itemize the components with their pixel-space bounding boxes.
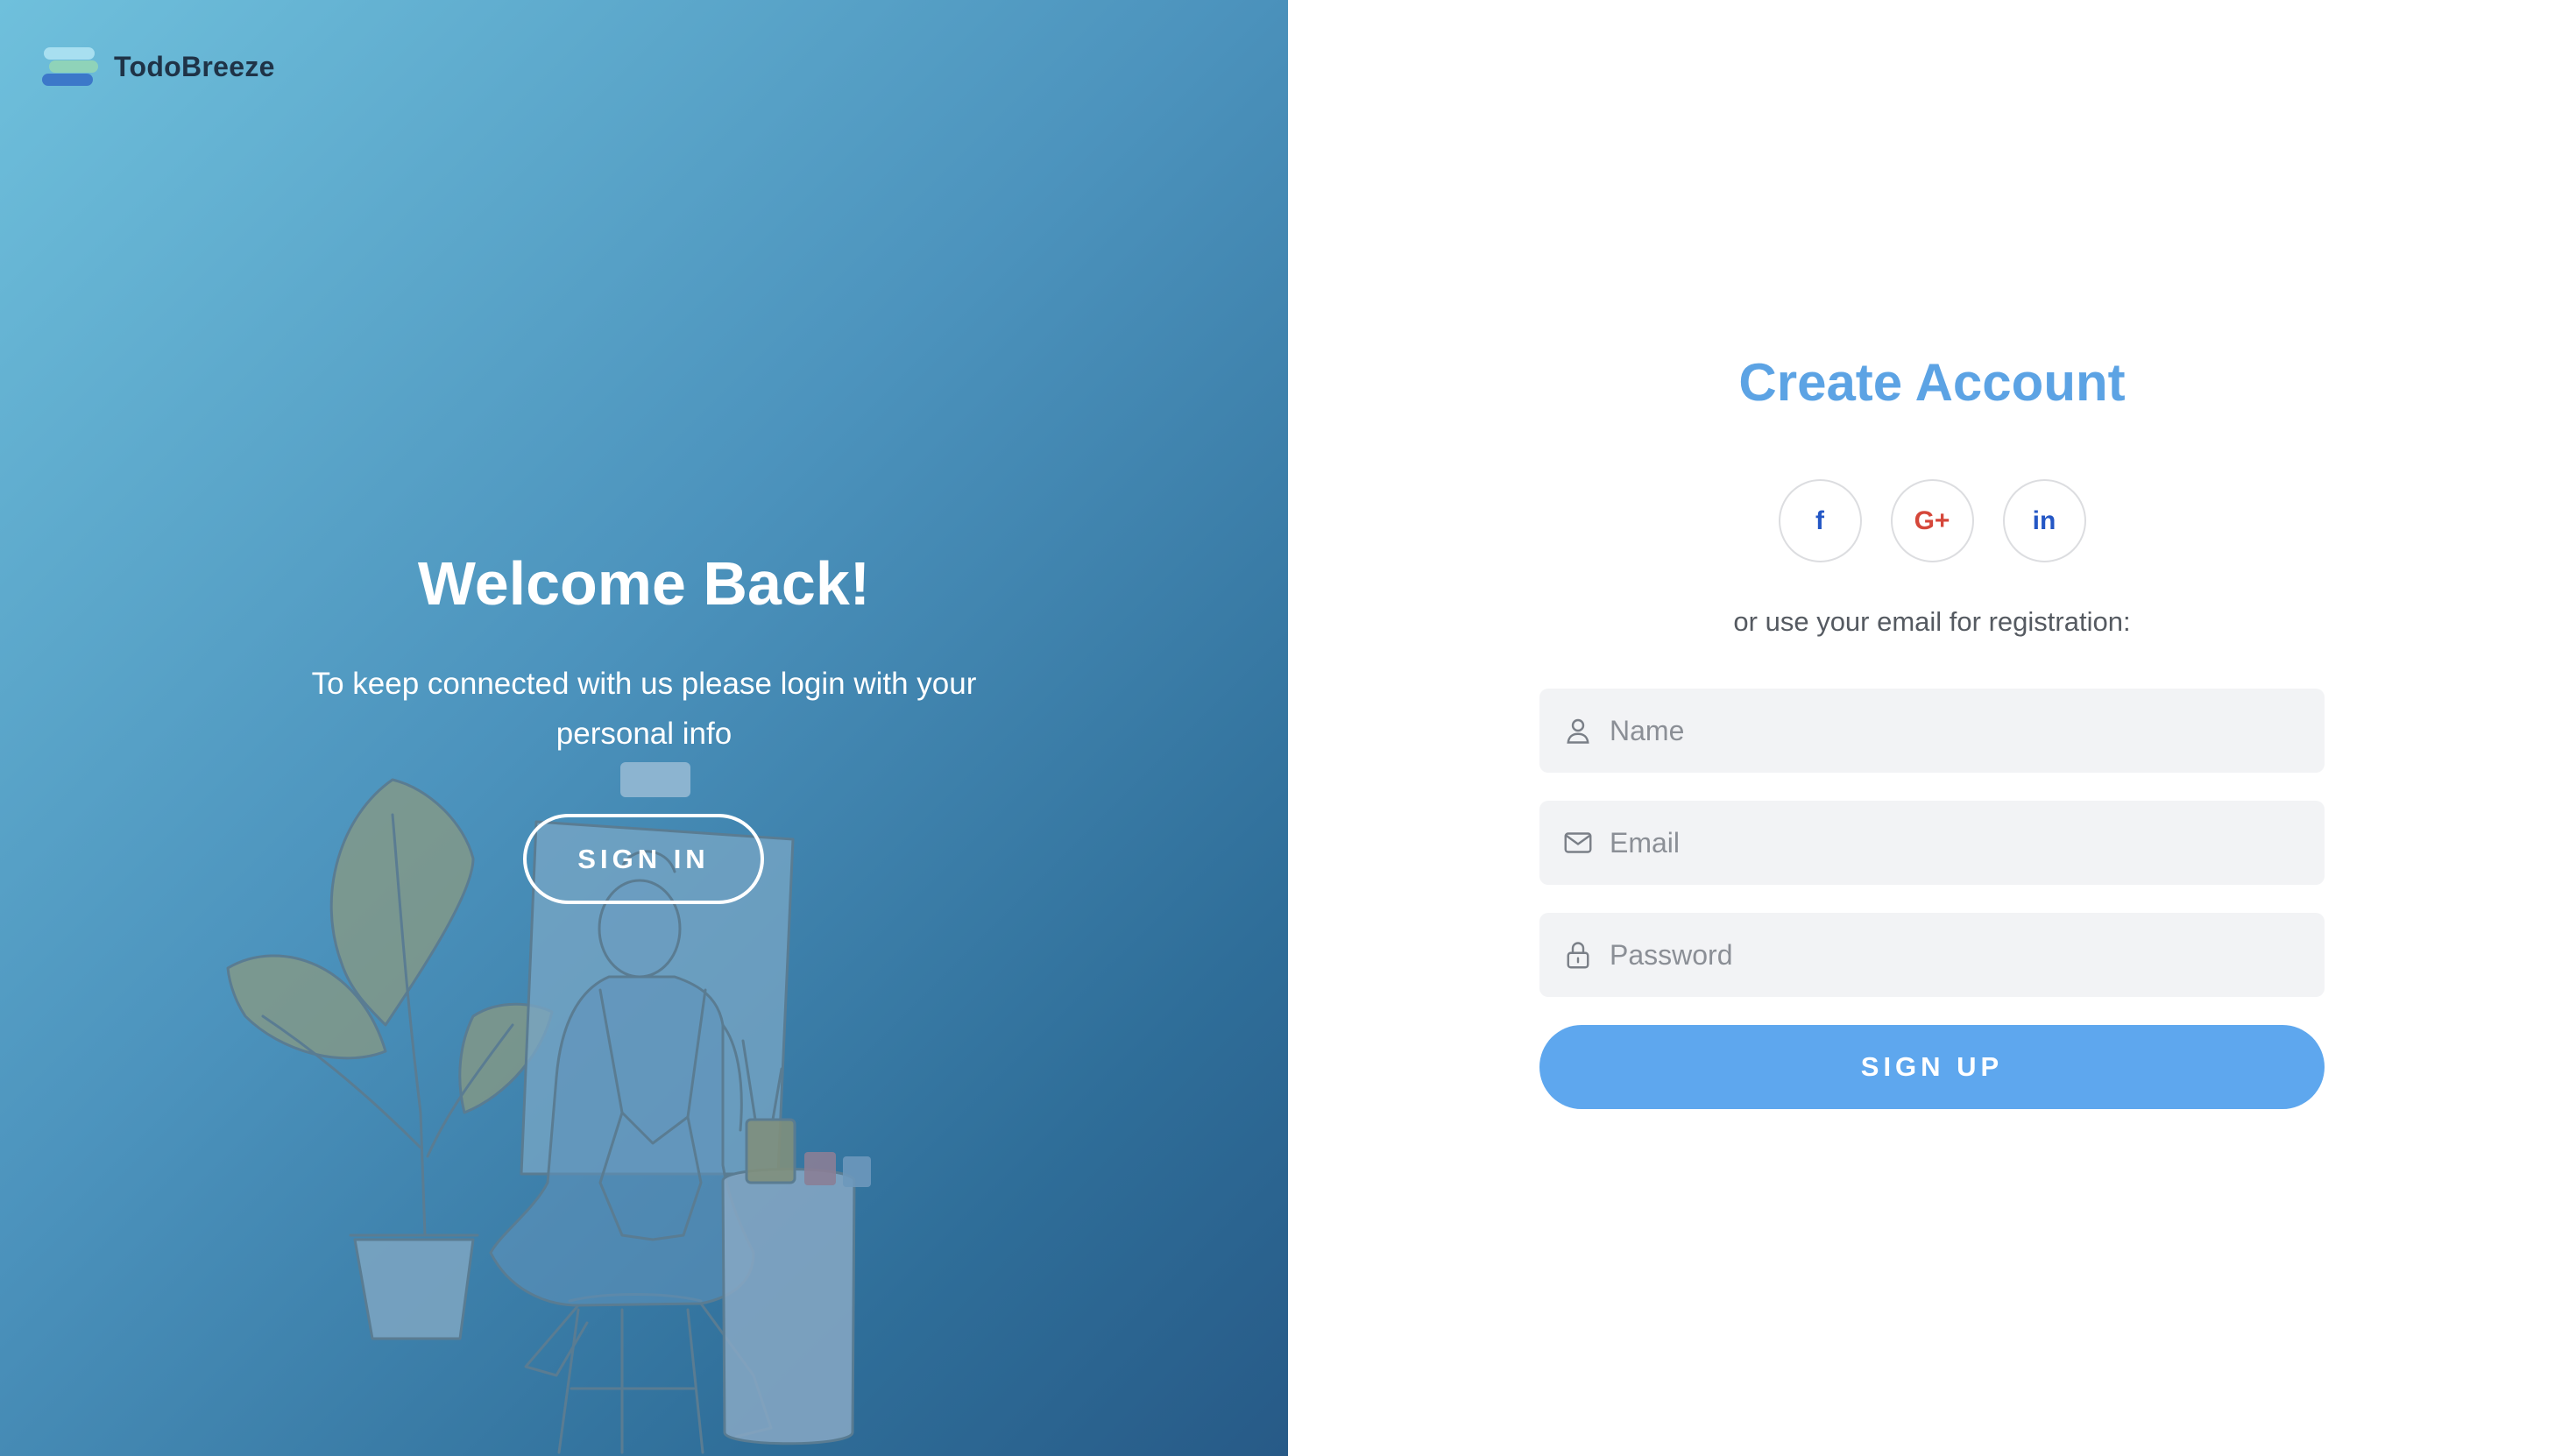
- registration-hint: or use your email for registration:: [1733, 606, 2131, 637]
- name-field[interactable]: [1539, 689, 2325, 773]
- email-input[interactable]: [1608, 825, 2295, 860]
- brand-name: TodoBreeze: [114, 50, 275, 82]
- facebook-icon: f: [1815, 505, 1824, 535]
- welcome-subtitle: To keep connected with us please login w…: [311, 667, 977, 751]
- sign-up-button[interactable]: SIGN UP: [1539, 1025, 2325, 1109]
- name-input[interactable]: [1608, 713, 2295, 748]
- password-field[interactable]: [1539, 913, 2325, 997]
- google-plus-icon: G+: [1914, 505, 1950, 535]
- mail-icon: [1564, 832, 1592, 853]
- password-input[interactable]: [1608, 937, 2295, 972]
- lock-icon: [1567, 942, 1589, 969]
- brand-logo-icon: [42, 46, 98, 88]
- welcome-title: Welcome Back!: [417, 549, 871, 618]
- linkedin-icon: in: [2032, 505, 2056, 535]
- facebook-button[interactable]: f: [1778, 479, 1862, 562]
- email-field[interactable]: [1539, 801, 2325, 885]
- linkedin-button[interactable]: in: [2002, 479, 2086, 562]
- user-icon: [1567, 718, 1589, 744]
- welcome-panel: TodoBreeze Welcome Back! To keep connect…: [0, 0, 1288, 1456]
- social-buttons: f G+ in: [1288, 479, 2576, 562]
- sign-in-button[interactable]: SIGN IN: [523, 814, 764, 904]
- create-account-title: Create Account: [1738, 353, 2126, 412]
- brand[interactable]: TodoBreeze: [42, 46, 275, 88]
- google-plus-button[interactable]: G+: [1890, 479, 1974, 562]
- page: TodoBreeze Welcome Back! To keep connect…: [0, 0, 2576, 1456]
- signup-panel: Create Account f G+ in or use your email…: [1288, 0, 2576, 1456]
